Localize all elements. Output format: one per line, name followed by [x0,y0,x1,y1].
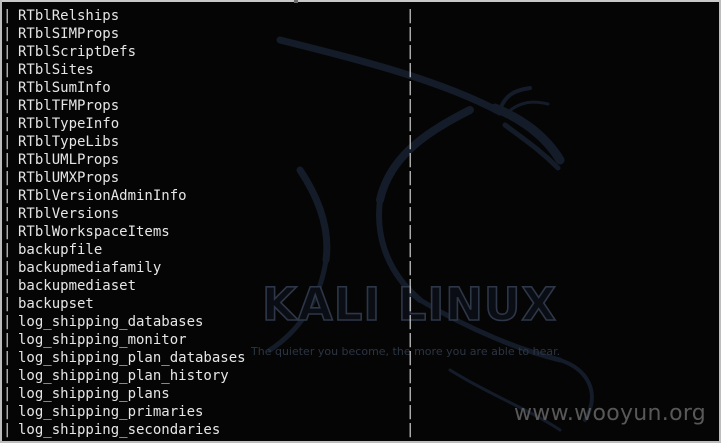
table-name: RTblUMLProps [18,152,120,168]
window-left-border [0,0,2,443]
column-separator: | [406,206,415,222]
column-separator: | [3,242,12,258]
column-separator: | [3,278,12,294]
table-name: backupmediaset [18,278,137,294]
column-separator: | [406,134,415,150]
column-separator: | [406,80,415,96]
table-name: RTblVersions [18,206,120,222]
column-separator: | [3,368,12,384]
column-separator: | [406,224,415,240]
column-separator: | [3,8,12,24]
column-separator: | [406,98,415,114]
table-name: log_shipping_primaries [18,404,204,420]
column-separator: | [406,26,415,42]
column-separator: | [406,350,415,366]
column-separator: | [406,242,415,258]
column-separator: | [406,296,415,312]
column-separator: | [406,278,415,294]
column-separator: | [3,188,12,204]
column-separator: | [3,386,12,402]
column-separator: | [3,134,12,150]
column-separator: | [406,44,415,60]
table-name: RTblSites [18,62,94,78]
window-top-border [0,0,721,2]
column-separator: | [3,314,12,330]
column-separator: | [3,350,12,366]
table-name: RTblRelships [18,8,120,24]
table-name: log_shipping_databases [18,314,204,330]
table-name: RTblTypeLibs [18,134,120,150]
table-name: RTblTypeInfo [18,116,120,132]
table-name: log_shipping_monitor [18,332,187,348]
column-separator: | [406,404,415,420]
column-separator: | [3,116,12,132]
window-top-notch [294,0,298,3]
column-separator: | [3,260,12,276]
column-separator: | [3,170,12,186]
column-separator: | [3,332,12,348]
column-separator: | [3,422,12,438]
column-separator: | [406,368,415,384]
table-name: log_shipping_plan_databases [18,350,246,366]
column-separator: | [3,152,12,168]
column-separator: | [3,224,12,240]
column-separator: | [406,116,415,132]
table-name: RTblSIMProps [18,26,120,42]
column-separator: | [3,62,12,78]
table-name: RTblSumInfo [18,80,111,96]
column-separator: | [3,404,12,420]
column-separator: | [406,314,415,330]
column-separator: | [406,170,415,186]
table-name: RTblScriptDefs [18,44,137,60]
table-name: RTblUMXProps [18,170,120,186]
column-separator: | [406,386,415,402]
table-name: RTblTFMProps [18,98,120,114]
table-name: RTblWorkspaceItems [18,224,170,240]
column-separator: | [406,188,415,204]
column-separator: | [3,80,12,96]
column-separator: | [3,296,12,312]
table-name: backupmediafamily [18,260,162,276]
column-separator: | [3,206,12,222]
table-name: backupfile [18,242,103,258]
column-separator: | [3,26,12,42]
column-separator: | [406,62,415,78]
column-separator: | [406,422,415,438]
column-separator: | [406,332,415,348]
column-separator: | [406,152,415,168]
table-name: backupset [18,296,94,312]
wooyun-watermark: www.wooyun.org [514,401,707,426]
table-name: log_shipping_plans [18,386,170,402]
column-separator: | [3,98,12,114]
table-name: log_shipping_secondaries [18,422,221,438]
column-separator: | [3,44,12,60]
column-separator: | [406,8,415,24]
table-name: RTblVersionAdminInfo [18,188,187,204]
column-separator: | [406,260,415,276]
table-name: log_shipping_plan_history [18,368,229,384]
terminal-window[interactable]: KALI LINUX The quieter you become, the m… [0,0,721,443]
